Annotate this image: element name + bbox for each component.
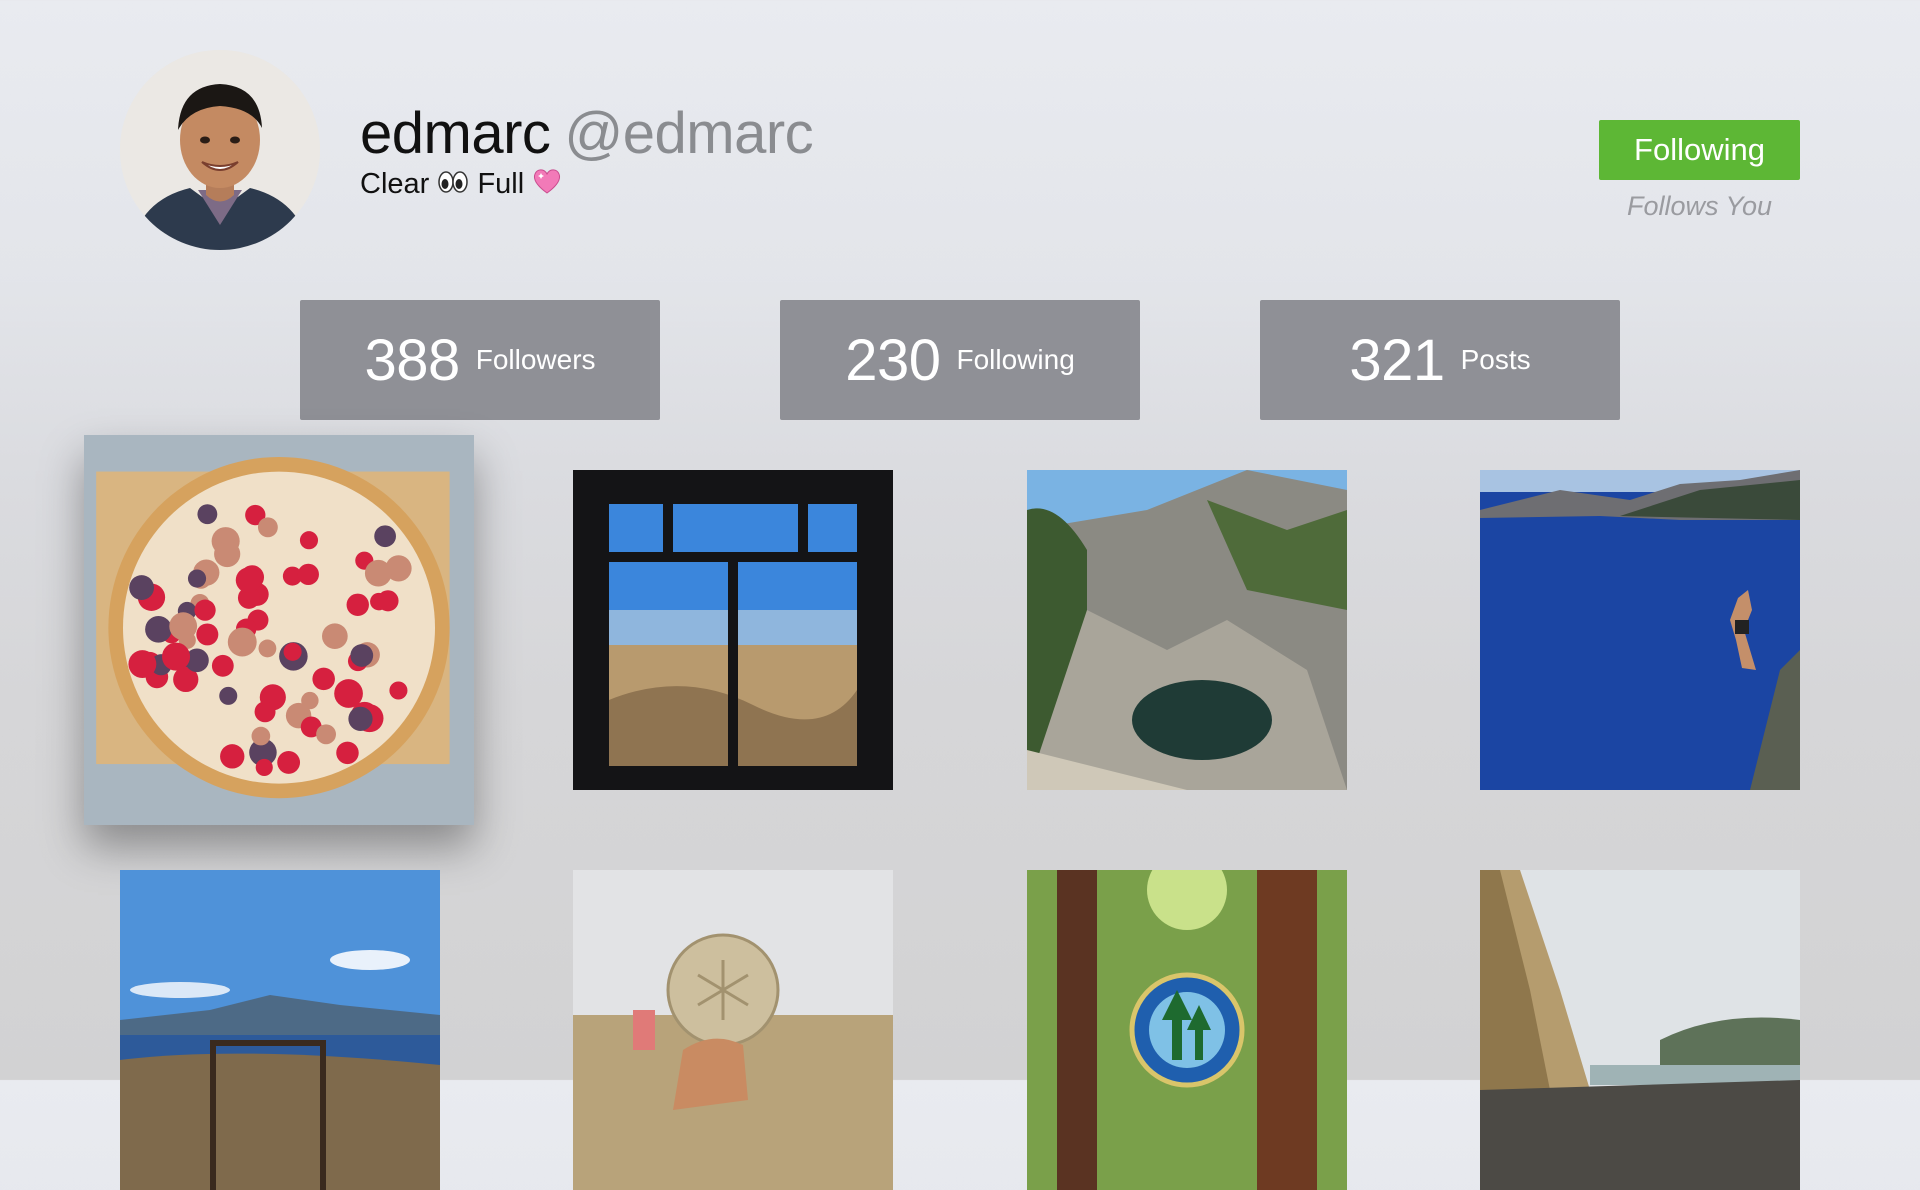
followers-label: Followers: [475, 344, 596, 375]
posts-label: Posts: [1460, 344, 1531, 375]
post-thumbnail-cliff-jump[interactable]: [1480, 470, 1800, 790]
sparkling-heart-icon: [532, 167, 562, 204]
profile-name-row: edmarc @edmarc: [360, 100, 814, 168]
following-stat-button[interactable]: 230 Following: [780, 300, 1140, 420]
post-thumbnail-river-canyon[interactable]: [1027, 470, 1347, 790]
profile-avatar: [120, 50, 320, 250]
post-thumbnail-crater-lake[interactable]: [120, 870, 440, 1190]
post-thumbnail-window-view[interactable]: [573, 470, 893, 790]
profile-bio: Clear Full: [360, 166, 562, 204]
posts-stat-button[interactable]: 321 Posts: [1260, 300, 1620, 420]
username-handle: @edmarc: [564, 101, 814, 166]
bio-text-start: Clear: [360, 168, 430, 200]
following-count: 230: [845, 327, 941, 393]
follows-you-label: Follows You: [1626, 191, 1773, 221]
bio-text-end: Full: [477, 168, 525, 200]
post-thumbnail-fig-tart[interactable]: [84, 435, 474, 825]
display-name: edmarc: [360, 101, 551, 166]
post-thumbnail-big-basin-redwoods[interactable]: [1027, 870, 1347, 1190]
post-thumbnail-coastal-cliffs[interactable]: [1480, 870, 1800, 1190]
posts-count: 321: [1349, 327, 1445, 393]
following-label: Following: [956, 344, 1075, 375]
followers-count: 388: [364, 327, 460, 393]
following-button[interactable]: Following: [1599, 120, 1800, 180]
eyes-icon: [437, 167, 469, 203]
followers-stat-button[interactable]: 388 Followers: [300, 300, 660, 420]
post-thumbnail-sand-dollar[interactable]: [573, 870, 893, 1190]
